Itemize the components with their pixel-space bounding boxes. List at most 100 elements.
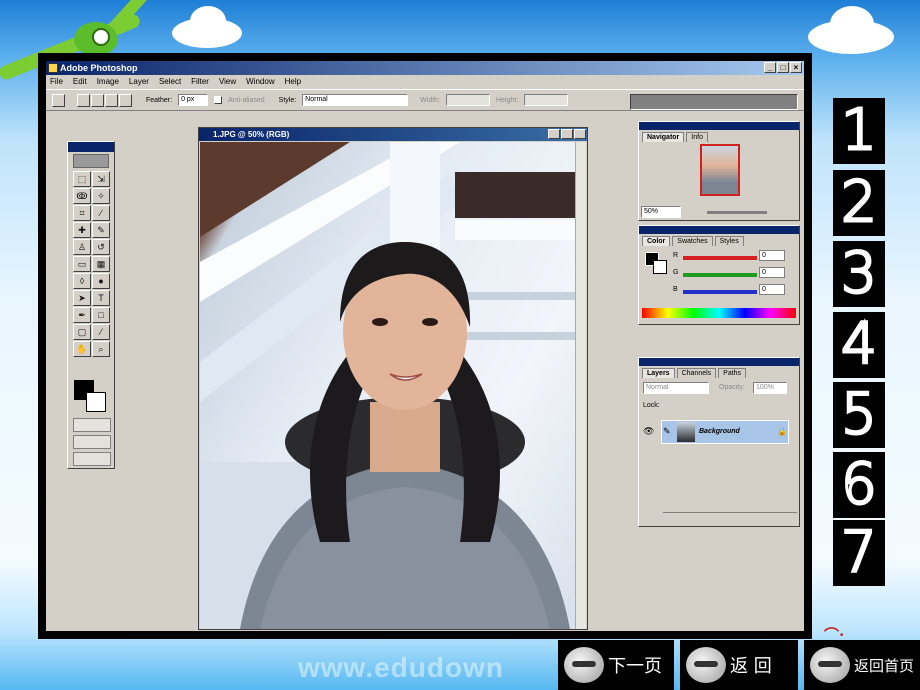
screen-mode-buttons[interactable] (73, 435, 111, 449)
tab-styles[interactable]: Styles (714, 236, 744, 246)
channel-g-value[interactable]: 0 (759, 267, 785, 278)
menu-image[interactable]: Image (97, 75, 119, 88)
step-4[interactable]: 4 (833, 311, 885, 379)
marquee-tool-preset-button[interactable] (52, 93, 65, 107)
menu-edit[interactable]: Edit (73, 75, 87, 88)
document-vertical-scrollbar[interactable] (575, 142, 586, 629)
step-7[interactable]: 7 (833, 519, 885, 587)
clone-stamp-icon[interactable]: ♙ (73, 239, 91, 255)
back-button[interactable]: 返 回 (680, 640, 798, 690)
close-button[interactable]: × (790, 62, 802, 73)
move-tool-icon[interactable]: ⇲ (92, 171, 110, 187)
maximize-button[interactable]: □ (777, 62, 789, 73)
subtract-selection-button[interactable] (105, 93, 118, 107)
step-5[interactable]: 5 (833, 381, 885, 449)
eyedropper-tool-icon[interactable]: ⁄ (92, 324, 110, 340)
channel-g-label: G (673, 269, 679, 276)
magic-wand-tool-icon[interactable]: ✧ (92, 188, 110, 204)
tab-paths[interactable]: Paths (718, 368, 747, 378)
menu-layer[interactable]: Layer (129, 75, 149, 88)
channel-r-slider[interactable] (683, 256, 757, 260)
width-label: Width: (420, 96, 441, 104)
menu-file[interactable]: File (50, 75, 63, 88)
home-page-button[interactable]: 返回首页 (804, 640, 920, 690)
step-5-label: 5 (840, 381, 879, 449)
dodge-tool-icon[interactable]: ● (92, 273, 110, 289)
new-selection-button[interactable] (77, 93, 90, 107)
menu-help[interactable]: Help (285, 75, 301, 88)
anti-aliased-checkbox[interactable] (214, 96, 223, 104)
opacity-input[interactable]: 100% (753, 382, 787, 394)
slice-tool-icon[interactable]: ∕ (92, 205, 110, 221)
feather-label: Feather: (146, 96, 173, 104)
tab-channels[interactable]: Channels (676, 368, 717, 378)
channel-b-value[interactable]: 0 (759, 284, 785, 295)
menu-filter[interactable]: Filter (191, 75, 209, 88)
intersect-selection-button[interactable] (119, 93, 132, 107)
step-3[interactable]: 3 (833, 240, 885, 308)
pen-tool-icon[interactable]: ✒ (73, 307, 91, 323)
doc-minimize-button[interactable] (548, 129, 560, 139)
quick-mask-buttons[interactable] (73, 418, 111, 432)
tab-navigator[interactable]: Navigator (642, 132, 685, 142)
history-brush-icon[interactable]: ↺ (92, 239, 110, 255)
lasso-tool-icon[interactable]: ↂ (73, 188, 91, 204)
type-tool-icon[interactable]: T (92, 290, 110, 306)
home-page-label: 返回首页 (854, 656, 915, 675)
home-mascot-icon (810, 647, 850, 683)
palette-well (630, 94, 798, 110)
gradient-tool-icon[interactable]: ▦ (92, 256, 110, 272)
marquee-tool-icon[interactable]: ⬚ (73, 171, 91, 187)
photoshop-window: Adobe Photoshop _ □ × File Edit Image La… (46, 61, 804, 631)
zoom-tool-icon[interactable]: ⌕ (92, 341, 110, 357)
background-color-swatch[interactable] (86, 392, 106, 412)
eraser-tool-icon[interactable]: ▭ (73, 256, 91, 272)
tab-color[interactable]: Color (642, 236, 671, 246)
healing-brush-icon[interactable]: ✚ (73, 222, 91, 238)
tab-layers[interactable]: Layers (642, 368, 675, 378)
step-2[interactable]: 2 (833, 169, 885, 237)
channel-r-value[interactable]: 0 (759, 250, 785, 261)
width-input[interactable] (446, 94, 491, 106)
crop-tool-icon[interactable]: ⌗ (73, 205, 91, 221)
photoshop-app-icon (48, 63, 58, 73)
shape-tool-icon[interactable]: □ (92, 307, 110, 323)
add-selection-button[interactable] (91, 93, 104, 107)
channel-g-slider[interactable] (683, 273, 757, 277)
color-spectrum-ramp[interactable] (642, 308, 796, 318)
path-selection-icon[interactable]: ➤ (73, 290, 91, 306)
brush-tool-icon[interactable]: ✎ (92, 222, 110, 238)
notes-tool-icon[interactable]: ▢ (73, 324, 91, 340)
menu-select[interactable]: Select (159, 75, 181, 88)
next-page-button[interactable]: 下一页 (558, 640, 674, 690)
menu-window[interactable]: Window (246, 75, 274, 88)
tab-swatches[interactable]: Swatches (672, 236, 713, 246)
back-label: 返 回 (730, 656, 772, 677)
blend-mode-select[interactable]: Normal (643, 382, 709, 394)
menu-view[interactable]: View (219, 75, 236, 88)
feather-input[interactable]: 0 px (178, 94, 209, 106)
minimize-button[interactable]: _ (764, 62, 776, 73)
layers-footer-buttons[interactable] (663, 512, 797, 523)
hand-tool-icon[interactable]: ✋ (73, 341, 91, 357)
navigator-zoom-input[interactable]: 50% (641, 206, 681, 218)
color-background-swatch[interactable] (653, 260, 667, 274)
doc-close-button[interactable] (574, 129, 586, 139)
doc-maximize-button[interactable] (561, 129, 573, 139)
height-input[interactable] (524, 94, 569, 106)
cloud-right-puff (830, 6, 874, 42)
channel-b-slider[interactable] (683, 290, 757, 294)
step-6[interactable]: 6 (833, 451, 885, 519)
step-1[interactable]: 1 (833, 97, 885, 165)
navigator-zoom-slider[interactable] (707, 211, 767, 214)
portrait-photo (200, 142, 576, 629)
jump-to-imageready-button[interactable] (73, 452, 111, 466)
layer-brush-icon: ✎ (663, 426, 671, 436)
tab-info[interactable]: Info (686, 132, 708, 142)
step-2-label: 2 (840, 169, 879, 237)
blur-tool-icon[interactable]: ◊ (73, 273, 91, 289)
style-select[interactable]: Normal (302, 94, 409, 106)
layer-visibility-eye-icon[interactable]: 👁 (643, 426, 654, 437)
app-title: Adobe Photoshop (60, 63, 138, 73)
height-label: Height: (496, 96, 519, 104)
